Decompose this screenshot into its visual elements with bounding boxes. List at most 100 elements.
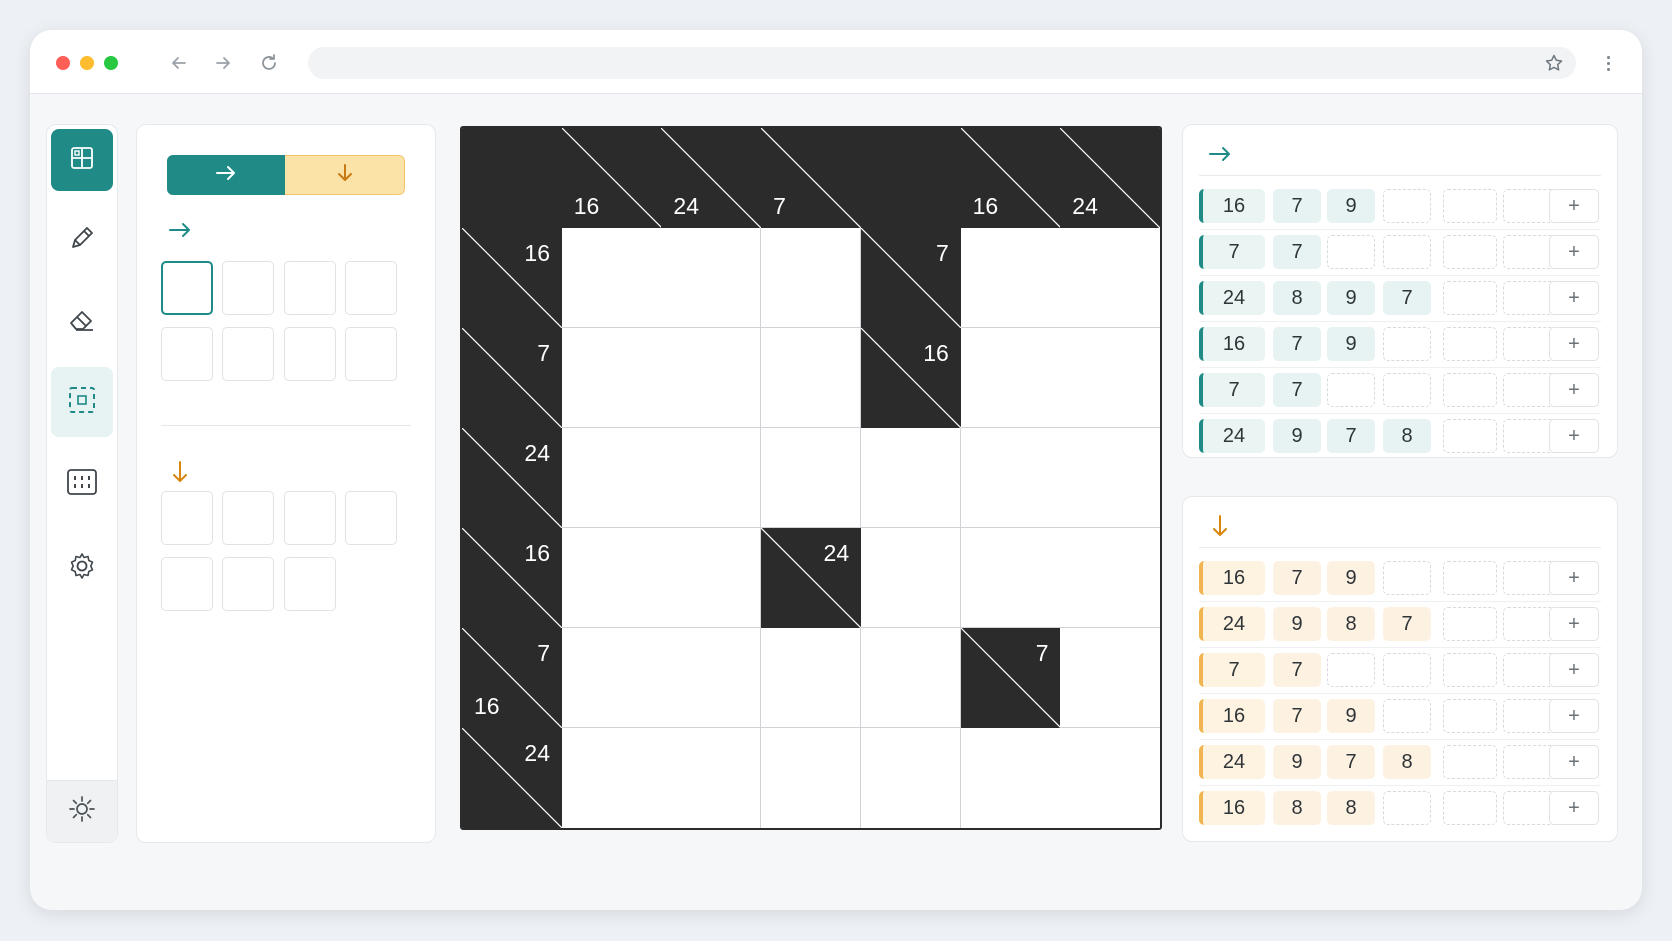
- entry-cell[interactable]: [1060, 628, 1160, 728]
- empty-digit-slot[interactable]: [1327, 235, 1375, 269]
- entry-slot[interactable]: [161, 261, 213, 315]
- empty-digit-slot[interactable]: [1327, 373, 1375, 407]
- empty-digit-slot[interactable]: [1383, 235, 1431, 269]
- entry-slot[interactable]: [284, 261, 336, 315]
- entry-cell[interactable]: [1060, 428, 1160, 528]
- keypad-tool-button[interactable]: [51, 453, 113, 515]
- entry-slot[interactable]: [222, 261, 274, 315]
- more-vert-icon[interactable]: [1600, 50, 1616, 76]
- entry-cell[interactable]: [561, 228, 662, 328]
- entry-cell[interactable]: [860, 528, 961, 628]
- entry-cell[interactable]: [661, 628, 762, 728]
- empty-digit-slot[interactable]: [1383, 653, 1431, 687]
- entry-slot[interactable]: [284, 327, 336, 381]
- empty-digit-slot[interactable]: [1383, 699, 1431, 733]
- entry-cell[interactable]: [761, 728, 862, 828]
- empty-digit-slot[interactable]: [1443, 235, 1497, 269]
- entry-slot[interactable]: [161, 557, 213, 611]
- add-digit-button[interactable]: +: [1549, 235, 1599, 269]
- entry-cell[interactable]: [1060, 228, 1160, 328]
- empty-digit-slot[interactable]: [1443, 419, 1497, 453]
- eraser-tool-button[interactable]: [51, 291, 113, 353]
- add-digit-button[interactable]: +: [1549, 699, 1599, 733]
- empty-digit-slot[interactable]: [1443, 745, 1497, 779]
- reload-icon[interactable]: [256, 50, 282, 76]
- add-digit-button[interactable]: +: [1549, 791, 1599, 825]
- entry-cell[interactable]: [761, 428, 862, 528]
- entry-slot[interactable]: [161, 327, 213, 381]
- entry-cell[interactable]: [561, 628, 662, 728]
- add-digit-button[interactable]: +: [1549, 561, 1599, 595]
- entry-cell[interactable]: [860, 428, 961, 528]
- entry-cell[interactable]: [561, 528, 662, 628]
- entry-cell[interactable]: [661, 428, 762, 528]
- close-window-button[interactable]: [56, 56, 70, 70]
- empty-digit-slot[interactable]: [1383, 561, 1431, 595]
- empty-digit-slot[interactable]: [1443, 607, 1497, 641]
- pencil-tool-button[interactable]: [51, 209, 113, 271]
- entry-cell[interactable]: [960, 728, 1061, 828]
- add-digit-button[interactable]: +: [1549, 327, 1599, 361]
- entry-cell[interactable]: [761, 228, 862, 328]
- empty-digit-slot[interactable]: [1443, 653, 1497, 687]
- entry-slot[interactable]: [222, 491, 274, 545]
- entry-slot[interactable]: [345, 327, 397, 381]
- entry-cell[interactable]: [661, 728, 762, 828]
- empty-digit-slot[interactable]: [1443, 699, 1497, 733]
- entry-cell[interactable]: [1060, 728, 1160, 828]
- entry-cell[interactable]: [761, 328, 862, 428]
- entry-cell[interactable]: [960, 428, 1061, 528]
- empty-digit-slot[interactable]: [1443, 281, 1497, 315]
- back-arrow-icon[interactable]: [166, 50, 192, 76]
- entry-cell[interactable]: [561, 428, 662, 528]
- empty-digit-slot[interactable]: [1443, 327, 1497, 361]
- empty-digit-slot[interactable]: [1327, 653, 1375, 687]
- select-tool-button[interactable]: [51, 367, 113, 437]
- add-digit-button[interactable]: +: [1549, 189, 1599, 223]
- entry-slot[interactable]: [345, 261, 397, 315]
- empty-digit-slot[interactable]: [1383, 791, 1431, 825]
- entry-cell[interactable]: [661, 528, 762, 628]
- layout-tool-button[interactable]: [51, 129, 113, 191]
- entry-cell[interactable]: [761, 628, 862, 728]
- maximize-window-button[interactable]: [104, 56, 118, 70]
- entry-slot[interactable]: [161, 491, 213, 545]
- add-digit-button[interactable]: +: [1549, 745, 1599, 779]
- entry-cell[interactable]: [960, 328, 1061, 428]
- empty-digit-slot[interactable]: [1443, 373, 1497, 407]
- address-bar[interactable]: [308, 47, 1576, 79]
- entry-cell[interactable]: [661, 228, 762, 328]
- across-toggle-button[interactable]: [167, 155, 285, 195]
- entry-cell[interactable]: [960, 528, 1061, 628]
- empty-digit-slot[interactable]: [1443, 791, 1497, 825]
- empty-digit-slot[interactable]: [1443, 561, 1497, 595]
- star-icon[interactable]: [1542, 51, 1566, 75]
- add-digit-button[interactable]: +: [1549, 653, 1599, 687]
- entry-cell[interactable]: [860, 628, 961, 728]
- entry-slot[interactable]: [284, 491, 336, 545]
- theme-toggle-button[interactable]: [47, 780, 117, 842]
- add-digit-button[interactable]: +: [1549, 281, 1599, 315]
- entry-cell[interactable]: [1060, 528, 1160, 628]
- empty-digit-slot[interactable]: [1383, 373, 1431, 407]
- empty-digit-slot[interactable]: [1443, 189, 1497, 223]
- add-digit-button[interactable]: +: [1549, 419, 1599, 453]
- entry-cell[interactable]: [661, 328, 762, 428]
- entry-cell[interactable]: [561, 328, 662, 428]
- entry-slot[interactable]: [284, 557, 336, 611]
- forward-arrow-icon[interactable]: [210, 50, 236, 76]
- entry-slot[interactable]: [345, 491, 397, 545]
- minimize-window-button[interactable]: [80, 56, 94, 70]
- add-digit-button[interactable]: +: [1549, 373, 1599, 407]
- entry-cell[interactable]: [561, 728, 662, 828]
- entry-cell[interactable]: [860, 728, 961, 828]
- entry-cell[interactable]: [1060, 328, 1160, 428]
- add-digit-button[interactable]: +: [1549, 607, 1599, 641]
- down-toggle-button[interactable]: [285, 155, 405, 195]
- entry-slot[interactable]: [222, 557, 274, 611]
- entry-slot[interactable]: [222, 327, 274, 381]
- settings-button[interactable]: [51, 537, 113, 599]
- empty-digit-slot[interactable]: [1383, 327, 1431, 361]
- empty-digit-slot[interactable]: [1383, 189, 1431, 223]
- entry-cell[interactable]: [960, 228, 1061, 328]
